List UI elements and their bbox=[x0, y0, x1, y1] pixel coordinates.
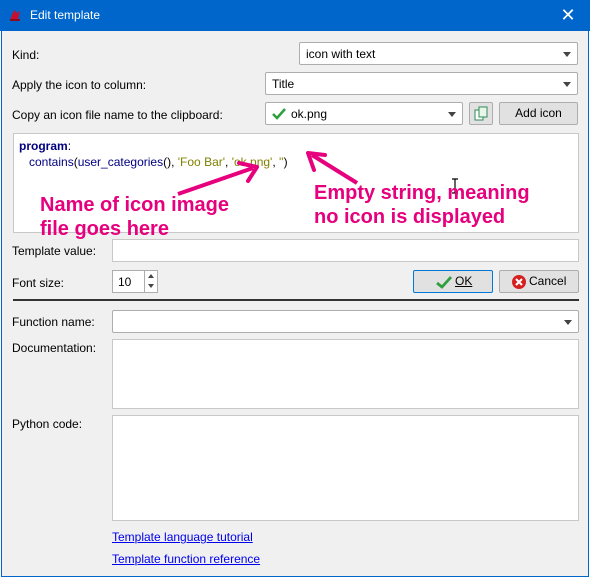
ok-button[interactable]: OK bbox=[413, 270, 493, 293]
cancel-label: Cancel bbox=[529, 274, 567, 288]
documentation-label: Documentation: bbox=[12, 341, 97, 355]
python-code-textarea[interactable] bbox=[112, 415, 579, 521]
python-code-label: Python code: bbox=[12, 417, 83, 431]
template-language-tutorial-link[interactable]: Template language tutorial bbox=[112, 530, 253, 544]
function-name-label: Function name: bbox=[12, 315, 95, 329]
cancel-x-icon bbox=[511, 274, 527, 297]
cancel-button[interactable]: Cancel bbox=[499, 270, 579, 293]
template-value-label: Template value: bbox=[12, 244, 97, 258]
spinner-buttons[interactable] bbox=[144, 271, 157, 292]
ok-check-icon bbox=[436, 275, 453, 296]
font-size-label: Font size: bbox=[12, 276, 65, 290]
font-size-spinner[interactable]: 10 bbox=[112, 270, 158, 293]
close-icon[interactable]: ✕ bbox=[546, 0, 590, 31]
chevron-down-icon bbox=[564, 320, 572, 325]
template-function-reference-link[interactable]: Template function reference bbox=[112, 552, 260, 566]
dialog-body: Kind: icon with text Apply the icon to c… bbox=[1, 31, 589, 577]
function-name-select[interactable] bbox=[112, 310, 579, 333]
documentation-textarea[interactable] bbox=[112, 339, 579, 409]
app-icon bbox=[8, 8, 22, 22]
window-title: Edit template bbox=[30, 8, 101, 22]
template-value-input[interactable] bbox=[112, 239, 579, 262]
spinner-up-icon[interactable] bbox=[148, 274, 154, 278]
ok-label: OK bbox=[455, 274, 473, 288]
spinner-down-icon[interactable] bbox=[148, 284, 154, 288]
font-size-value: 10 bbox=[118, 275, 132, 289]
separator bbox=[13, 299, 579, 301]
title-bar: Edit template ✕ bbox=[0, 0, 590, 31]
